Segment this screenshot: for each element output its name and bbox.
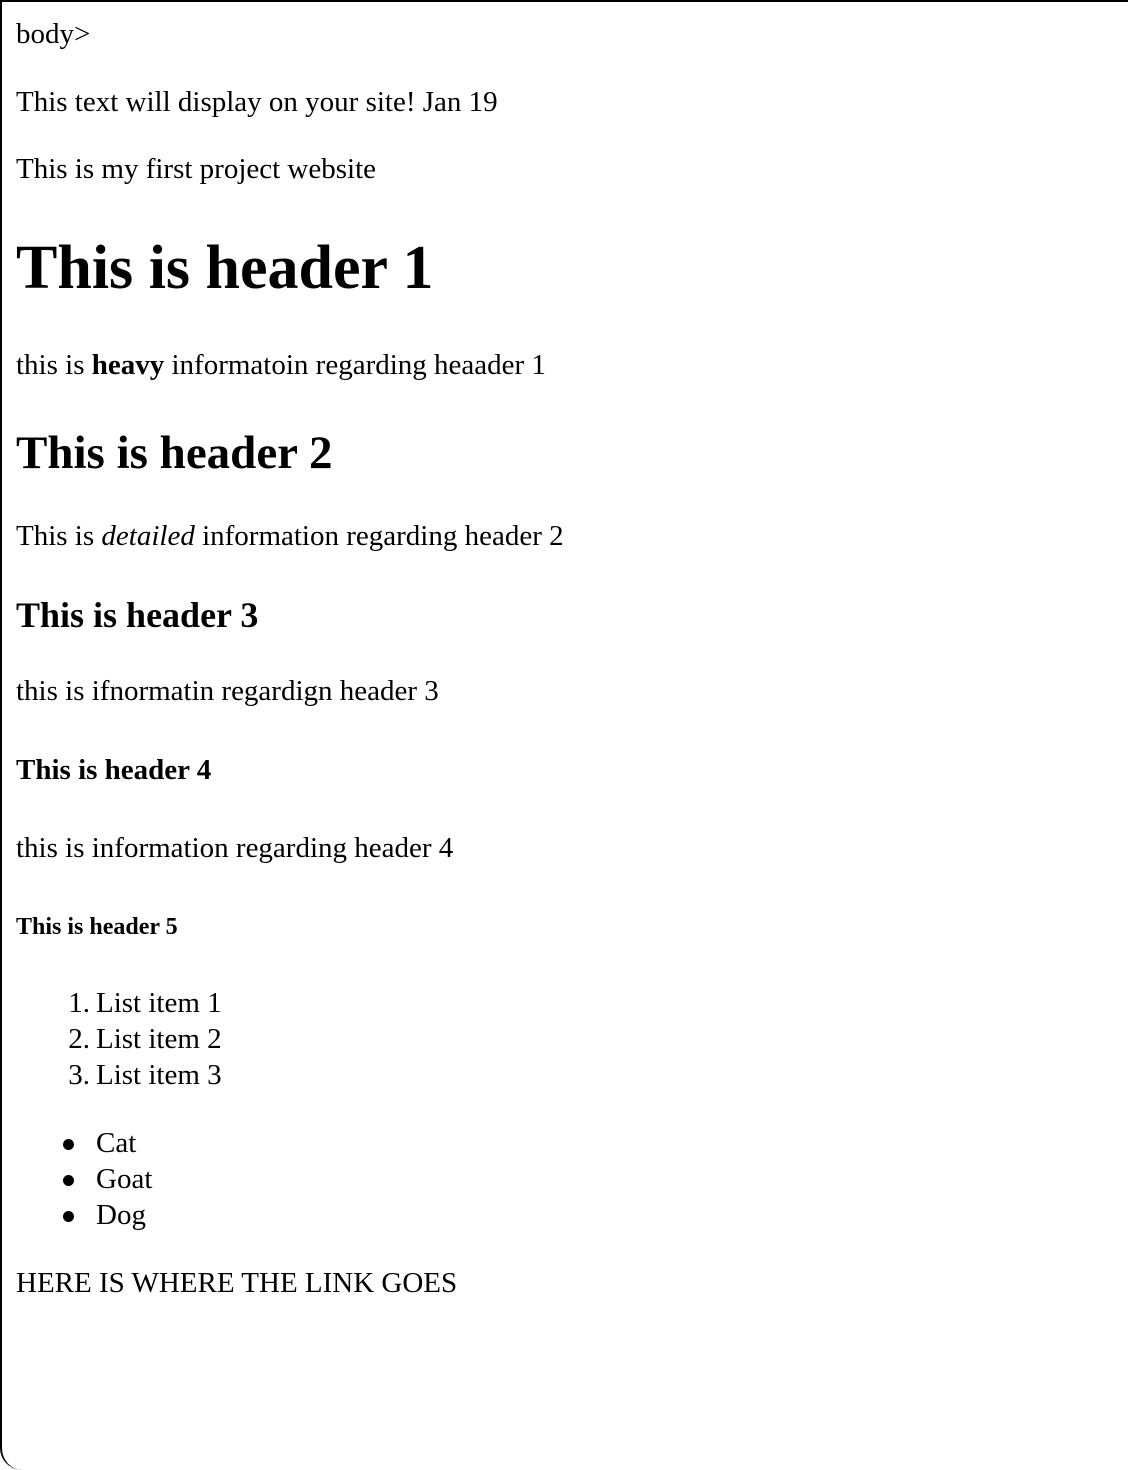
display-paragraph: This text will display on your site! Jan…	[16, 86, 498, 118]
list-item-label: Dog	[96, 1199, 146, 1231]
header-5: This is header 5	[16, 914, 178, 940]
bullet-icon	[63, 1175, 74, 1186]
list-number: 3.	[68, 1059, 90, 1091]
header-1: This is header 1	[16, 234, 434, 302]
header-4: This is header 4	[16, 754, 212, 786]
header-2-text-after: information regarding header 2	[194, 520, 564, 552]
header-3: This is header 3	[16, 595, 259, 635]
header-1-bold-text: heavy	[91, 349, 165, 381]
list-item-label: Cat	[96, 1127, 137, 1159]
header-2-paragraph: This is detailed information regarding h…	[16, 518, 564, 554]
header-4-paragraph: this is information regarding header 4	[16, 832, 454, 864]
header-2: This is header 2	[16, 427, 333, 479]
header-2-text-before: This is	[16, 520, 102, 552]
header-1-text-before: this is	[16, 349, 92, 381]
header-1-text-after: informatoin regarding heaader 1	[164, 349, 546, 381]
list-item-label: List item 3	[96, 1059, 222, 1091]
stray-text: body>	[16, 18, 91, 50]
link-placeholder-text: HERE IS WHERE THE LINK GOES	[16, 1267, 458, 1299]
list-item-label: List item 1	[96, 987, 222, 1019]
header-1-paragraph: this is heavy informatoin regarding heaa…	[16, 347, 546, 383]
header-3-paragraph: this is ifnormatin regardign header 3	[16, 675, 439, 707]
list-number: 2.	[68, 1023, 90, 1055]
header-2-italic-text: detailed	[101, 520, 195, 552]
list-number: 1.	[68, 987, 90, 1019]
window-frame	[0, 0, 1128, 1470]
bullet-icon	[63, 1211, 74, 1222]
list-item-label: Goat	[96, 1163, 153, 1195]
bullet-icon	[63, 1139, 74, 1150]
list-item-label: List item 2	[96, 1023, 222, 1055]
first-project-paragraph: This is my first project website	[16, 153, 377, 185]
